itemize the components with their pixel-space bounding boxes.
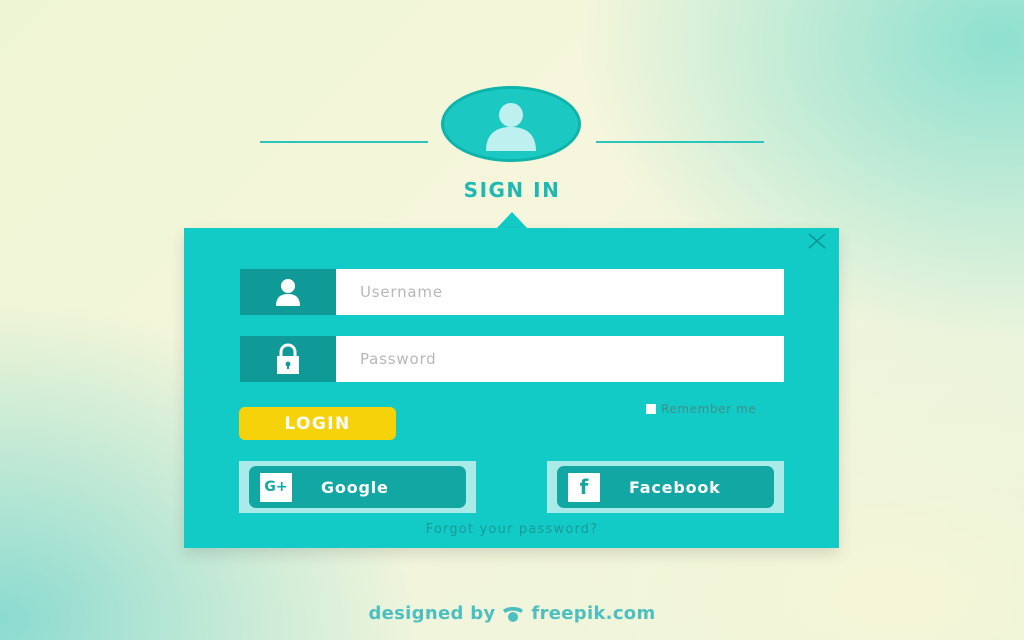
watermark-brand: freepik.com bbox=[531, 603, 656, 624]
google-signin-button[interactable]: G+ Google bbox=[249, 466, 466, 508]
google-plus-icon: G+ bbox=[260, 472, 292, 502]
facebook-button-frame: f Facebook bbox=[547, 461, 784, 513]
login-button[interactable]: LOGIN bbox=[239, 407, 396, 440]
remember-me-box[interactable] bbox=[646, 404, 656, 414]
freepik-logo-icon bbox=[503, 606, 524, 622]
header-divider-right bbox=[596, 141, 764, 143]
page-title: SIGN IN bbox=[463, 178, 561, 202]
close-icon[interactable] bbox=[807, 233, 827, 249]
remember-me-label: Remember me bbox=[661, 402, 757, 416]
watermark: designed by freepik.com bbox=[0, 603, 1024, 624]
username-input[interactable] bbox=[336, 269, 784, 315]
user-icon bbox=[276, 279, 300, 306]
google-plus-icon-glyph: G+ bbox=[264, 479, 288, 495]
header-divider-left bbox=[260, 141, 428, 143]
facebook-icon: f bbox=[568, 472, 600, 502]
panel-pointer bbox=[496, 212, 528, 229]
username-icon-box bbox=[240, 269, 336, 315]
facebook-icon-glyph: f bbox=[579, 475, 589, 499]
lock-icon bbox=[277, 343, 299, 374]
watermark-prefix: designed by bbox=[368, 603, 496, 624]
username-field-group bbox=[240, 269, 784, 315]
google-button-frame: G+ Google bbox=[239, 461, 476, 513]
facebook-label: Facebook bbox=[629, 477, 721, 497]
forgot-password-link[interactable]: Forgot your password? bbox=[0, 522, 1024, 537]
facebook-signin-button[interactable]: f Facebook bbox=[557, 466, 774, 508]
remember-me-checkbox[interactable]: Remember me bbox=[646, 402, 756, 416]
user-silhouette-icon bbox=[486, 103, 536, 151]
google-label: Google bbox=[321, 477, 389, 497]
password-input[interactable] bbox=[336, 336, 784, 382]
password-field-group bbox=[240, 336, 784, 382]
password-icon-box bbox=[240, 336, 336, 382]
